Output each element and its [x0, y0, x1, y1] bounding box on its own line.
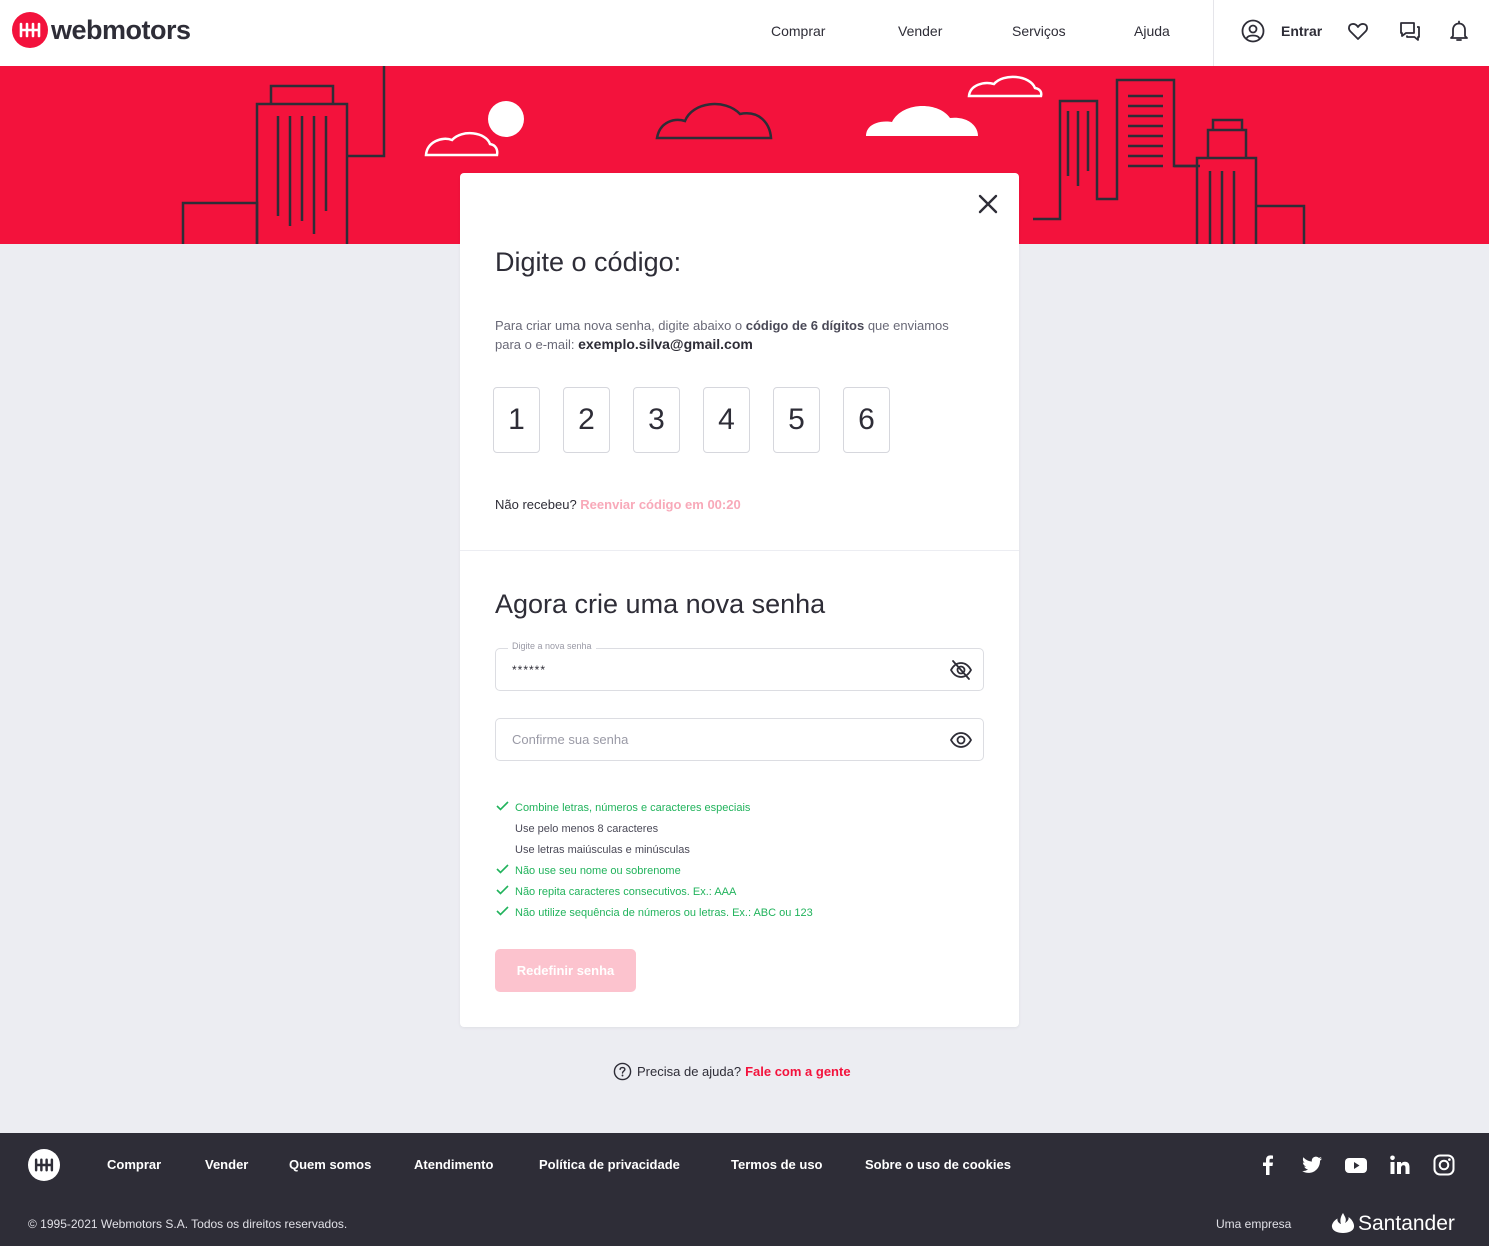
- logo-mark-icon: [34, 1158, 54, 1172]
- heart-icon: [1348, 23, 1368, 40]
- copyright-text: © 1995-2021 Webmotors S.A. Todos os dire…: [28, 1217, 348, 1231]
- footer-link-vender[interactable]: Vender: [205, 1157, 248, 1172]
- rule-text: Use pelo menos 8 caracteres: [515, 822, 659, 835]
- hide-password-toggle[interactable]: [949, 659, 973, 681]
- resend-row: Não recebeu? Reenviar código em 00:20: [495, 497, 741, 512]
- question-circle-icon: [613, 1062, 632, 1081]
- check-icon: [496, 864, 515, 877]
- new-password-field[interactable]: Digite a nova senha ******: [495, 641, 984, 691]
- check-icon: [496, 885, 515, 898]
- footer-link-privacidade[interactable]: Política de privacidade: [539, 1157, 680, 1172]
- footer-logo[interactable]: [28, 1149, 60, 1181]
- santander-flame-icon: [1331, 1213, 1355, 1233]
- user-icon: [1241, 19, 1265, 43]
- rule-item: Não use seu nome ou sobrenome: [496, 860, 813, 881]
- bell-icon: [1450, 20, 1468, 41]
- rule-text: Não use seu nome ou sobrenome: [515, 864, 681, 877]
- nav-comprar[interactable]: Comprar: [771, 0, 825, 62]
- rule-text: Combine letras, números e caracteres esp…: [515, 801, 751, 814]
- reset-password-card: Digite o código: Para criar uma nova sen…: [460, 173, 1019, 1027]
- header-divider: [1213, 0, 1214, 66]
- top-header: webmotors Comprar Vender Serviços Ajuda …: [0, 0, 1489, 66]
- santander-logo[interactable]: Santander: [1330, 1211, 1455, 1237]
- close-button[interactable]: [976, 192, 1000, 216]
- logo-text: webmotors: [51, 14, 191, 45]
- youtube-icon[interactable]: [1344, 1153, 1368, 1177]
- rule-text: Use letras maiúsculas e minúsculas: [515, 843, 690, 856]
- footer-link-quem-somos[interactable]: Quem somos: [289, 1157, 371, 1172]
- eye-off-icon: [949, 660, 973, 680]
- nav-vender[interactable]: Vender: [898, 0, 942, 62]
- logo-mark-icon: [12, 12, 48, 48]
- code-digit-1[interactable]: 1: [493, 387, 540, 453]
- password-rules: Combine letras, números e caracteres esp…: [496, 797, 813, 923]
- code-title: Digite o código:: [495, 247, 682, 277]
- new-password-label: Digite a nova senha: [508, 641, 596, 651]
- company-prefix: Uma empresa: [1216, 1217, 1292, 1231]
- webmotors-logo[interactable]: webmotors: [12, 12, 191, 48]
- footer-link-atendimento[interactable]: Atendimento: [414, 1157, 493, 1172]
- facebook-icon[interactable]: [1256, 1153, 1280, 1177]
- help-question: Precisa de ajuda?: [637, 1064, 742, 1079]
- footer-link-comprar[interactable]: Comprar: [107, 1157, 161, 1172]
- code-digit-5[interactable]: 5: [773, 387, 820, 453]
- confirm-password-field[interactable]: Confirme sua senha: [495, 718, 984, 761]
- desc-bold: código de 6 dígitos: [745, 318, 865, 333]
- login-label: Entrar: [1281, 23, 1323, 39]
- twitter-icon[interactable]: [1300, 1153, 1324, 1177]
- code-description: Para criar uma nova senha, digite abaixo…: [495, 316, 965, 354]
- rule-text: Não repita caracteres consecutivos. Ex.:…: [515, 885, 737, 898]
- password-title: Agora crie uma nova senha: [495, 589, 826, 619]
- close-icon: [978, 194, 998, 214]
- rule-item: Combine letras, números e caracteres esp…: [496, 797, 813, 818]
- section-divider: [460, 550, 1019, 551]
- footer-link-cookies[interactable]: Sobre o uso de cookies: [865, 1157, 1011, 1172]
- instagram-icon[interactable]: [1432, 1153, 1456, 1177]
- santander-text: Santander: [1358, 1212, 1455, 1235]
- code-digit-4[interactable]: 4: [703, 387, 750, 453]
- footer: Comprar Vender Quem somos Atendimento Po…: [0, 1133, 1489, 1246]
- code-digit-3[interactable]: 3: [633, 387, 680, 453]
- contact-link[interactable]: Fale com a gente: [745, 1064, 850, 1079]
- favorites-button[interactable]: [1346, 0, 1370, 62]
- login-button[interactable]: Entrar: [1241, 0, 1322, 62]
- notifications-button[interactable]: [1447, 0, 1471, 62]
- rule-item: Não utilize sequência de números ou letr…: [496, 902, 813, 923]
- resend-code-link[interactable]: Reenviar código em 00:20: [580, 497, 740, 512]
- check-icon: [496, 801, 515, 814]
- linkedin-icon[interactable]: [1388, 1153, 1412, 1177]
- new-password-value: ******: [512, 663, 547, 677]
- rule-item: Não repita caracteres consecutivos. Ex.:…: [496, 881, 813, 902]
- eye-icon: [949, 732, 973, 748]
- email-address: exemplo.silva@gmail.com: [578, 336, 753, 352]
- nav-ajuda[interactable]: Ajuda: [1134, 0, 1170, 62]
- rule-text: Não utilize sequência de números ou letr…: [515, 906, 813, 919]
- desc-text-1: Para criar uma nova senha, digite abaixo…: [495, 318, 746, 333]
- code-input-group: 1 2 3 4 5 6: [493, 387, 913, 453]
- resend-question: Não recebeu?: [495, 497, 577, 512]
- code-digit-6[interactable]: 6: [843, 387, 890, 453]
- help-row: Precisa de ajuda? Fale com a gente: [613, 1062, 851, 1081]
- reset-password-button[interactable]: Redefinir senha: [495, 949, 636, 992]
- chat-button[interactable]: [1398, 0, 1422, 62]
- code-digit-2[interactable]: 2: [563, 387, 610, 453]
- rule-item: Use pelo menos 8 caracteres: [496, 818, 813, 839]
- footer-link-termos[interactable]: Termos de uso: [731, 1157, 823, 1172]
- chat-icon: [1400, 22, 1420, 41]
- rule-item: Use letras maiúsculas e minúsculas: [496, 839, 813, 860]
- confirm-password-placeholder: Confirme sua senha: [512, 732, 629, 747]
- show-password-toggle[interactable]: [949, 729, 973, 751]
- check-icon: [496, 906, 515, 919]
- nav-servicos[interactable]: Serviços: [1012, 0, 1066, 62]
